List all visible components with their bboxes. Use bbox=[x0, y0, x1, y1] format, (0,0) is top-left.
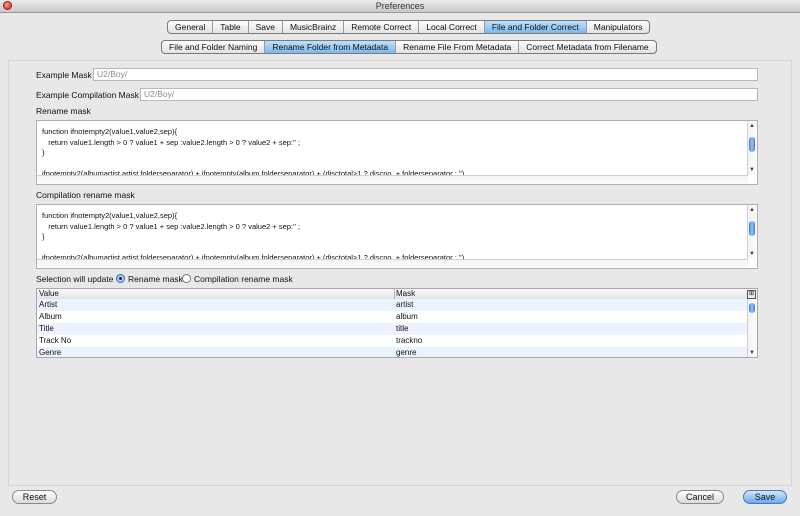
rename-mask-radio[interactable] bbox=[116, 274, 125, 283]
column-chooser-icon[interactable]: ⊞ bbox=[747, 290, 756, 299]
scroll-down-icon[interactable]: ▼ bbox=[749, 167, 755, 173]
cell-mask: title bbox=[396, 324, 409, 333]
tab-file-and-folder-correct[interactable]: File and Folder Correct bbox=[484, 21, 587, 33]
subtab-rename-folder-from-metadata[interactable]: Rename Folder from Metadata bbox=[265, 41, 397, 53]
compilation-rename-mask-editor[interactable]: function ifnotempty2(value1,value2,sep){… bbox=[36, 204, 758, 269]
window-title: Preferences bbox=[375, 1, 425, 11]
table-row[interactable]: Artist artist bbox=[37, 299, 749, 311]
tab-table[interactable]: Table bbox=[213, 21, 249, 33]
example-mask-field[interactable]: U2/Boy/ bbox=[93, 68, 758, 81]
tab-remote-correct[interactable]: Remote Correct bbox=[344, 21, 420, 33]
code-line: } bbox=[42, 148, 45, 157]
scroll-down-icon[interactable]: ▼ bbox=[749, 350, 755, 356]
cell-value: Artist bbox=[39, 300, 58, 309]
tab-manipulators[interactable]: Manipulators bbox=[587, 21, 650, 33]
column-header-mask[interactable]: Mask bbox=[394, 289, 415, 299]
example-compilation-mask-field[interactable]: U2/Boy/ bbox=[140, 88, 758, 101]
rename-mask-vertical-scrollbar[interactable]: ▲ ▼ bbox=[747, 121, 757, 175]
cell-mask: genre bbox=[396, 348, 417, 357]
compilation-mask-radio-label[interactable]: Compilation rename mask bbox=[194, 274, 293, 284]
scroll-up-icon[interactable]: ▲ bbox=[749, 123, 755, 129]
save-button[interactable]: Save bbox=[743, 490, 787, 504]
tab-general[interactable]: General bbox=[168, 21, 214, 33]
compilation-mask-radio[interactable] bbox=[182, 274, 191, 283]
tab-musicbrainz[interactable]: MusicBrainz bbox=[283, 21, 345, 33]
scroll-down-icon[interactable]: ▼ bbox=[749, 251, 755, 257]
rename-mask-radio-label[interactable]: Rename mask bbox=[128, 274, 183, 284]
tab-local-correct[interactable]: Local Correct bbox=[419, 21, 485, 33]
tab-save[interactable]: Save bbox=[249, 21, 283, 33]
table-row[interactable]: Title title bbox=[37, 323, 749, 335]
selection-label: Selection will update bbox=[36, 274, 114, 284]
compilation-mask-vertical-scrollbar[interactable]: ▲ ▼ bbox=[747, 205, 757, 259]
compilation-rename-mask-label: Compilation rename mask bbox=[36, 190, 135, 200]
table-row[interactable]: Genre genre bbox=[37, 347, 749, 357]
example-compilation-mask-label: Example Compilation Mask bbox=[36, 90, 139, 100]
compilation-rename-mask-code: function ifnotempty2(value1,value2,sep){… bbox=[42, 211, 743, 264]
column-header-value[interactable]: Value bbox=[37, 289, 59, 299]
scroll-thumb[interactable] bbox=[749, 303, 755, 313]
reset-button[interactable]: Reset bbox=[12, 490, 57, 504]
scroll-up-icon[interactable]: ▲ bbox=[749, 207, 755, 213]
code-line: return value1.length > 0 ? value1 + sep … bbox=[42, 221, 301, 231]
value-mask-table: Value Mask ⊞ Artist artist Album album T… bbox=[36, 288, 758, 358]
subtab-rename-file-from-metadata[interactable]: Rename File From Metadata bbox=[396, 41, 520, 53]
code-line: function ifnotempty2(value1,value2,sep){ bbox=[42, 127, 178, 136]
subtab-correct-metadata-from-filename[interactable]: Correct Metadata from Filename bbox=[519, 41, 655, 53]
cancel-button[interactable]: Cancel bbox=[676, 490, 724, 504]
cell-value: Title bbox=[39, 324, 54, 333]
table-row[interactable]: Track No trackno bbox=[37, 335, 749, 347]
example-mask-label: Example Mask bbox=[36, 70, 92, 80]
subtab-file-and-folder-naming[interactable]: File and Folder Naming bbox=[162, 41, 266, 53]
rename-mask-code: function ifnotempty2(value1,value2,sep){… bbox=[42, 127, 743, 180]
scroll-thumb[interactable] bbox=[749, 221, 755, 236]
rename-mask-label: Rename mask bbox=[36, 106, 91, 116]
title-bar: Preferences bbox=[0, 0, 800, 13]
cell-value: Album bbox=[39, 312, 62, 321]
rename-mask-editor[interactable]: function ifnotempty2(value1,value2,sep){… bbox=[36, 120, 758, 185]
close-icon[interactable] bbox=[3, 1, 12, 10]
code-line: } bbox=[42, 232, 45, 241]
cell-mask: trackno bbox=[396, 336, 423, 345]
scroll-thumb[interactable] bbox=[749, 137, 755, 152]
cell-value: Track No bbox=[39, 336, 72, 345]
table-vertical-scrollbar[interactable]: ▼ bbox=[747, 299, 757, 357]
rename-mask-horizontal-scrollbar[interactable] bbox=[37, 175, 748, 184]
sub-tab-bar: File and Folder Naming Rename Folder fro… bbox=[161, 40, 657, 54]
main-tab-bar: General Table Save MusicBrainz Remote Co… bbox=[167, 20, 651, 34]
cell-mask: artist bbox=[396, 300, 414, 309]
table-row[interactable]: Album album bbox=[37, 311, 749, 323]
cell-mask: album bbox=[396, 312, 418, 321]
cell-value: Genre bbox=[39, 348, 62, 357]
code-line: function ifnotempty2(value1,value2,sep){ bbox=[42, 211, 178, 220]
compilation-mask-horizontal-scrollbar[interactable] bbox=[37, 259, 748, 268]
code-line: return value1.length > 0 ? value1 + sep … bbox=[42, 137, 301, 147]
